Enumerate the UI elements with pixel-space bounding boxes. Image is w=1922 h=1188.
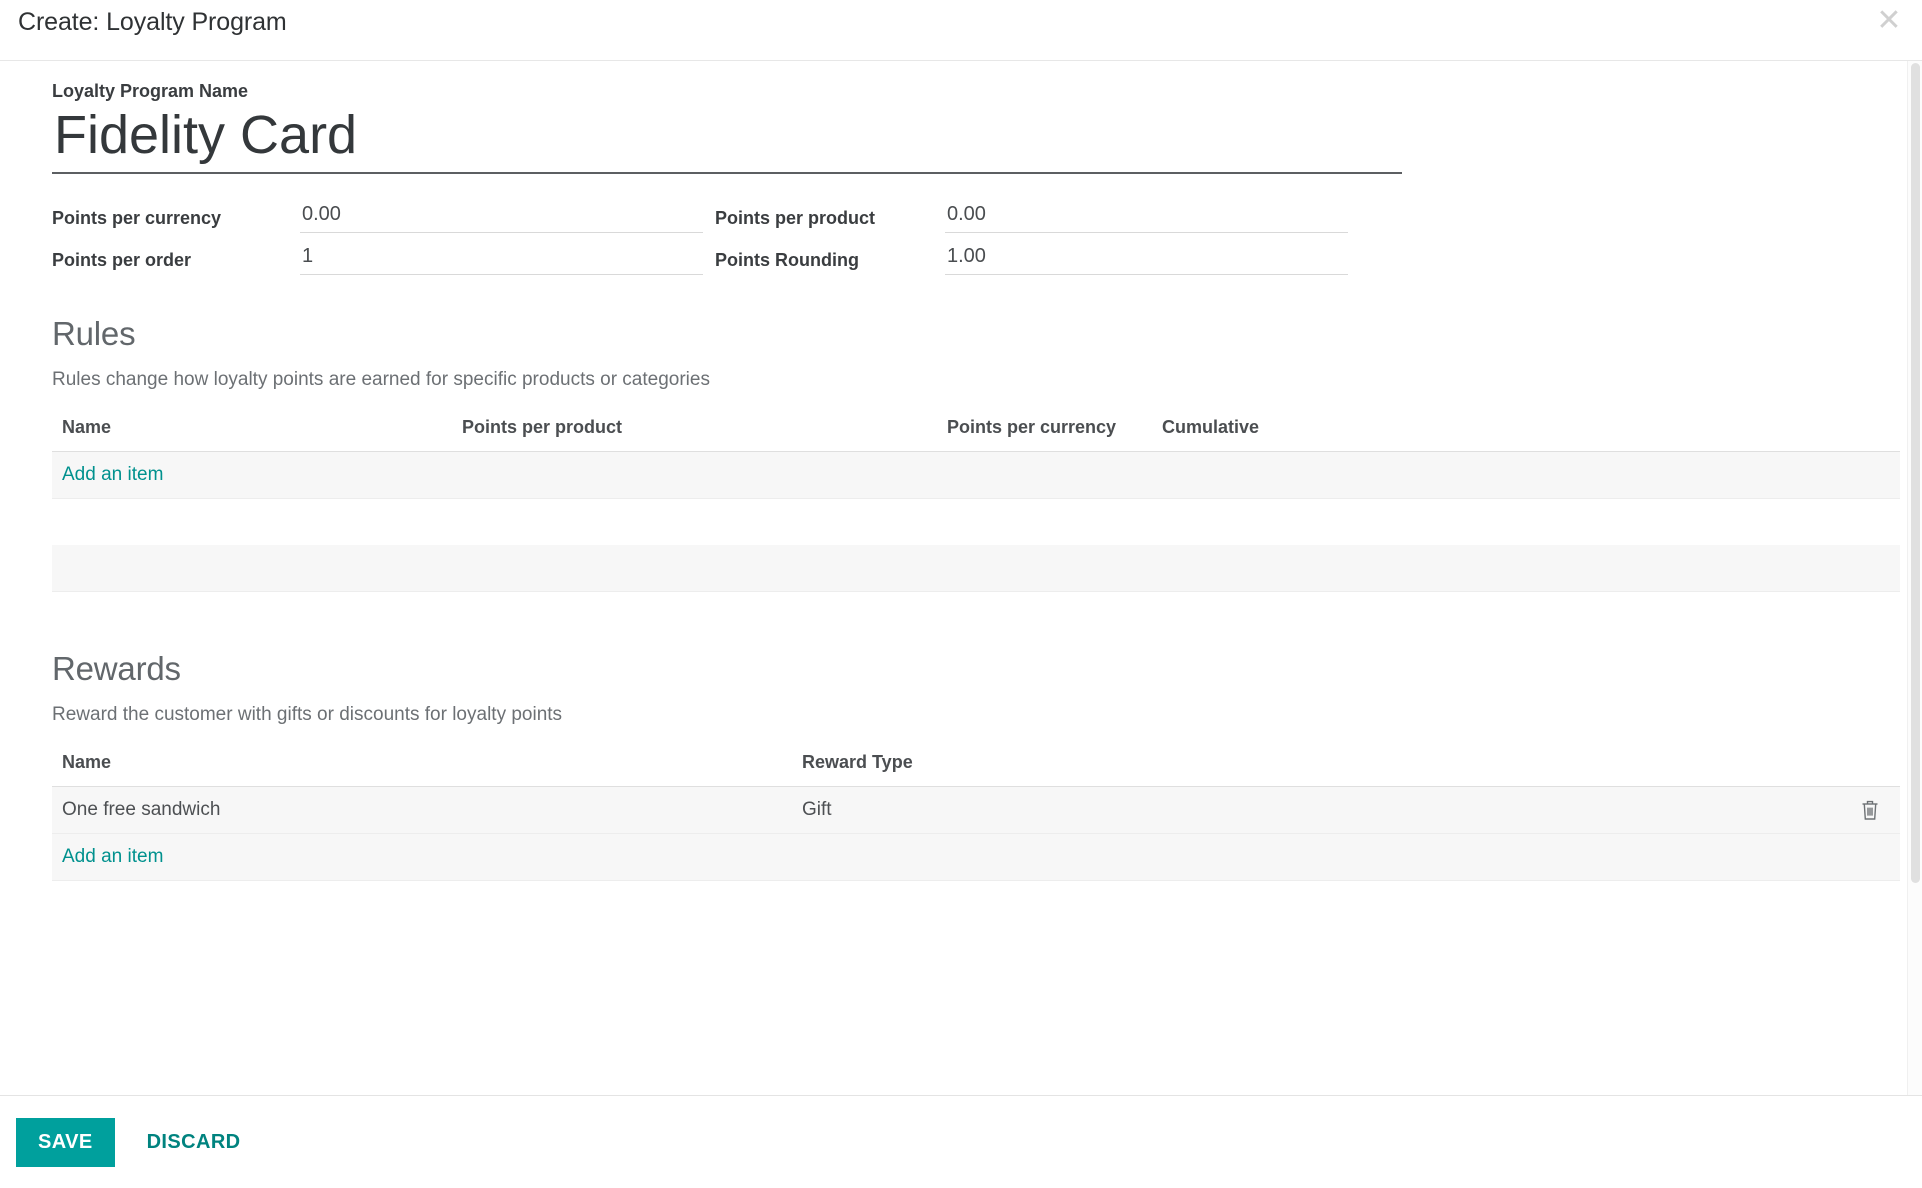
points-rounding-label: Points Rounding [715, 250, 859, 271]
points-per-order-label: Points per order [52, 250, 192, 271]
loyalty-program-name-label: Loyalty Program Name [52, 81, 249, 101]
rules-add-an-item-link[interactable]: Add an item [62, 464, 163, 485]
dialog-body: Loyalty Program Name Points per currency… [0, 61, 1922, 1096]
loyalty-program-name-underline [52, 104, 1402, 175]
rules-add-item-row[interactable]: Add an item [52, 452, 1900, 500]
rewards-section: Rewards Reward the customer with gifts o… [52, 650, 1902, 882]
rewards-description: Reward the customer with gifts or discou… [52, 704, 563, 726]
points-per-product-field [945, 201, 1360, 243]
vertical-scrollbar-thumb[interactable] [1911, 63, 1920, 883]
rules-empty-row [52, 545, 1900, 593]
rules-table: Name Points per product Points per curre… [52, 417, 1900, 593]
dialog-header: Create: Loyalty Program ✕ [0, 0, 1922, 61]
rules-column-cumulative: Cumulative [1162, 417, 1260, 438]
rules-column-name: Name [62, 417, 112, 438]
points-rounding-input[interactable] [945, 243, 1348, 276]
form-sheet: Loyalty Program Name Points per currency… [0, 61, 1922, 1095]
discard-button[interactable]: DISCARD [125, 1118, 263, 1167]
points-settings-grid: Points per currency Points per product P… [52, 201, 1902, 285]
rewards-add-item-row[interactable]: Add an item [52, 834, 1900, 882]
rewards-column-reward-type: Reward Type [802, 752, 913, 773]
rewards-table-header: Name Reward Type [52, 752, 1900, 788]
reward-type-cell[interactable]: Gift [802, 799, 1202, 821]
rules-column-points-per-product: Points per product [462, 417, 623, 438]
points-rounding-field [945, 243, 1360, 285]
rules-description: Rules change how loyalty points are earn… [52, 369, 710, 391]
dialog-footer: SAVE DISCARD [0, 1096, 1922, 1188]
rules-table-header: Name Points per product Points per curre… [52, 417, 1900, 453]
reward-name-cell[interactable]: One free sandwich [52, 799, 802, 821]
points-per-currency-field [300, 201, 715, 243]
points-per-currency-label: Points per currency [52, 208, 222, 229]
rewards-table: Name Reward Type One free sandwich Gift [52, 752, 1900, 882]
rules-section: Rules Rules change how loyalty points ar… [52, 315, 1902, 593]
loyalty-program-name-input[interactable] [52, 104, 1402, 173]
points-per-order-field [300, 243, 715, 285]
points-per-currency-input[interactable] [300, 201, 703, 234]
dialog-title: Create: Loyalty Program [18, 8, 287, 36]
save-button[interactable]: SAVE [16, 1117, 115, 1167]
points-per-product-input[interactable] [945, 201, 1348, 234]
rules-column-points-per-currency: Points per currency [947, 417, 1117, 438]
rules-table-spacer [52, 499, 1900, 545]
rewards-title: Rewards [52, 650, 181, 688]
rules-title: Rules [52, 315, 136, 353]
points-per-product-label: Points per product [715, 208, 876, 229]
trash-icon[interactable] [1860, 799, 1880, 821]
table-row[interactable]: One free sandwich Gift [52, 787, 1900, 835]
points-per-order-input[interactable] [300, 243, 703, 276]
rewards-add-an-item-link[interactable]: Add an item [62, 846, 163, 867]
create-loyalty-program-dialog: Create: Loyalty Program ✕ Loyalty Progra… [0, 0, 1922, 1188]
vertical-scrollbar[interactable] [1907, 61, 1922, 1095]
rewards-column-name: Name [62, 752, 112, 773]
close-icon[interactable]: ✕ [1872, 4, 1906, 38]
loyalty-program-name-group: Loyalty Program Name [52, 61, 1902, 175]
